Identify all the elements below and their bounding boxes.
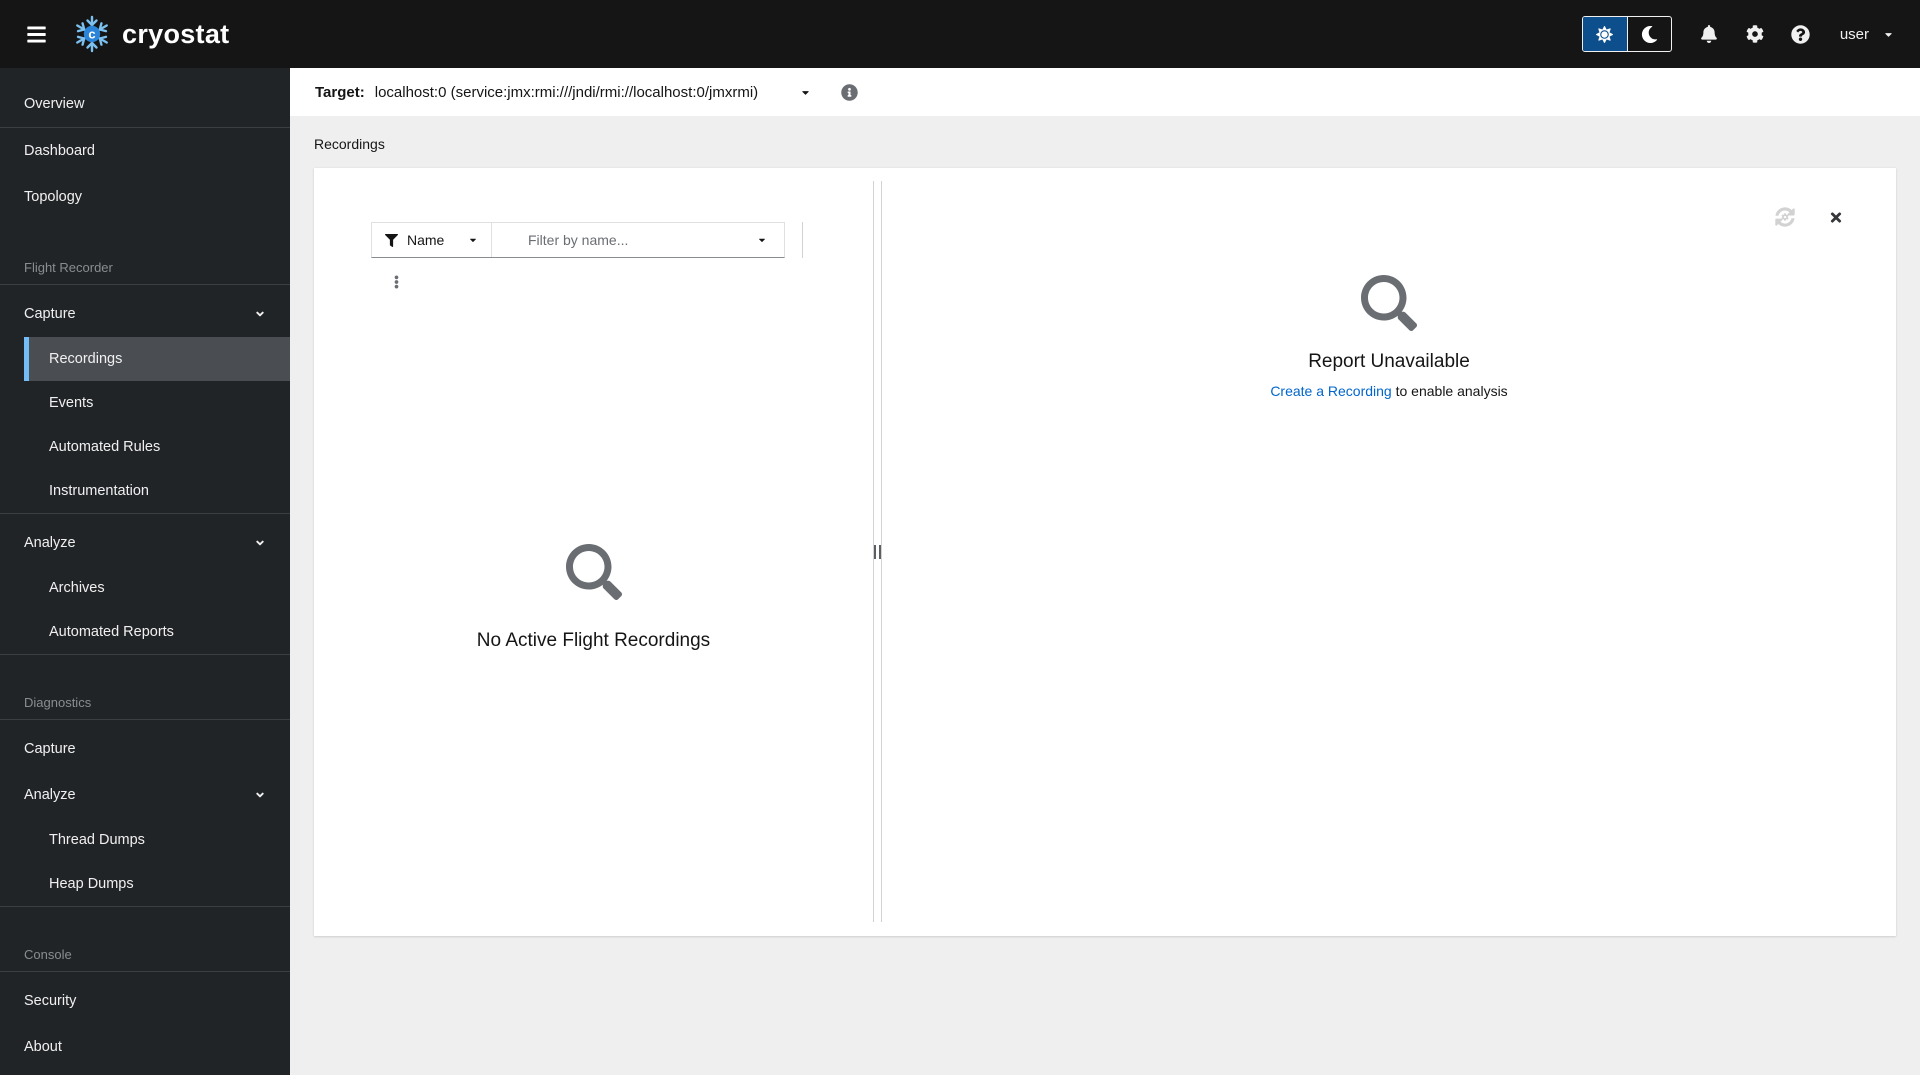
filter-typeahead-toggle[interactable] xyxy=(751,233,784,248)
user-menu[interactable]: user xyxy=(1840,26,1894,43)
app-window: c cryostat user Overview Dashboard Topol… xyxy=(0,0,1920,1075)
sidebar-nav: Overview Dashboard Topology Flight Recor… xyxy=(0,68,290,1075)
masthead: c cryostat user xyxy=(0,0,1920,68)
sidebar-section-flight-recorder: Flight Recorder xyxy=(24,259,113,275)
sidebar-item-dashboard[interactable]: Dashboard xyxy=(0,128,290,174)
recordings-card: Name Filter by name... No Active Flight … xyxy=(314,168,1896,936)
caret-down-icon xyxy=(1885,32,1892,37)
sidebar-item-recordings[interactable]: Recordings xyxy=(24,337,290,381)
bell-icon xyxy=(1700,25,1717,43)
sidebar-section-console: Console xyxy=(24,946,72,962)
refresh-report-button[interactable] xyxy=(1773,205,1797,229)
filter-group: Name xyxy=(371,222,785,258)
report-empty-state: Report Unavailable Create a Recording to… xyxy=(882,275,1896,399)
caret-down-icon xyxy=(802,90,809,95)
nav-divider xyxy=(0,971,290,972)
sidebar-item-thread-dumps[interactable]: Thread Dumps xyxy=(24,818,290,862)
target-info-button[interactable] xyxy=(841,83,858,101)
dark-theme-button[interactable] xyxy=(1626,17,1671,51)
sidebar-item-automated-reports[interactable]: Automated Reports xyxy=(24,610,290,654)
search-icon xyxy=(565,543,622,600)
target-select[interactable]: localhost:0 (service:jmx:rmi:///jndi/rmi… xyxy=(375,84,811,101)
light-theme-button[interactable] xyxy=(1582,17,1627,51)
target-value: localhost:0 (service:jmx:rmi:///jndi/rmi… xyxy=(374,83,759,101)
sidebar-item-analyze[interactable]: Analyze xyxy=(0,520,290,566)
sidebar-section-diagnostics: Diagnostics xyxy=(24,694,92,710)
sidebar-item-label: Analyze xyxy=(24,787,76,803)
filter-by-name-input[interactable] xyxy=(492,232,751,248)
nav-divider xyxy=(0,906,290,907)
sidebar-item-events[interactable]: Events xyxy=(24,381,290,425)
svg-text:c: c xyxy=(88,27,95,42)
nav-toggle-button[interactable] xyxy=(14,12,58,56)
nav-divider xyxy=(0,513,290,514)
moon-icon xyxy=(1641,25,1657,43)
chevron-down-icon xyxy=(256,311,264,317)
drawer-splitter[interactable] xyxy=(873,181,882,922)
create-recording-link[interactable]: Create a Recording xyxy=(1270,383,1391,399)
close-icon xyxy=(1830,211,1842,223)
search-icon xyxy=(1361,275,1417,331)
nav-divider xyxy=(0,284,290,285)
gear-icon xyxy=(1746,25,1764,43)
sidebar-item-label: Capture xyxy=(24,306,76,322)
filter-category-label: Name xyxy=(407,232,445,248)
brand-logo[interactable]: c cryostat xyxy=(72,14,229,54)
report-empty-title: Report Unavailable xyxy=(1308,351,1470,372)
filter-funnel-icon xyxy=(385,233,398,247)
nav-divider xyxy=(0,719,290,720)
nav-divider xyxy=(0,654,290,655)
sidebar-item-heap-dumps[interactable]: Heap Dumps xyxy=(24,862,290,906)
breadcrumb: Recordings xyxy=(314,136,1896,155)
sun-icon xyxy=(1596,25,1614,43)
question-circle-icon xyxy=(1791,24,1811,44)
sidebar-item-about[interactable]: About xyxy=(0,1024,290,1070)
sidebar-item-automated-rules[interactable]: Automated Rules xyxy=(24,425,290,469)
hamburger-icon xyxy=(26,25,46,43)
snowflake-logo-icon: c xyxy=(76,15,108,53)
info-circle-icon xyxy=(841,83,858,101)
filter-category-select[interactable]: Name xyxy=(372,223,492,257)
sidebar-item-label: Analyze xyxy=(24,535,76,551)
breadcrumb-current: Recordings xyxy=(314,136,385,152)
toolbar-divider xyxy=(802,222,803,258)
filter-typeahead xyxy=(492,223,784,257)
caret-down-icon xyxy=(759,238,765,242)
settings-button[interactable] xyxy=(1732,11,1778,57)
notifications-button[interactable] xyxy=(1686,11,1732,57)
target-bar: Target: localhost:0 (service:jmx:rmi:///… xyxy=(290,68,1920,116)
splitter-grip-icon xyxy=(874,544,881,559)
kebab-icon xyxy=(394,275,398,289)
user-name: user xyxy=(1839,25,1869,43)
refresh-gear-icon xyxy=(1775,207,1795,227)
report-empty-suffix: to enable analysis xyxy=(1395,383,1508,399)
sidebar-item-topology[interactable]: Topology xyxy=(0,174,290,220)
sidebar-item-capture[interactable]: Capture xyxy=(0,291,290,337)
report-empty-subtitle: Create a Recording to enable analysis xyxy=(1270,383,1507,399)
chevron-down-icon xyxy=(256,792,264,798)
sidebar-item-capture-diagnostics[interactable]: Capture xyxy=(0,726,290,772)
toolbar-kebab-button[interactable] xyxy=(384,269,408,295)
caret-down-icon xyxy=(470,238,476,243)
sidebar-item-overview[interactable]: Overview xyxy=(0,81,290,127)
report-panel: Report Unavailable Create a Recording to… xyxy=(882,181,1896,922)
help-button[interactable] xyxy=(1778,11,1824,57)
brand-name: cryostat xyxy=(122,18,230,49)
sidebar-item-security[interactable]: Security xyxy=(0,978,290,1024)
main-content: Recordings Name Filter by name... No Act… xyxy=(290,116,1920,1075)
theme-toggle-group xyxy=(1581,16,1672,52)
recordings-empty-title: No Active Flight Recordings xyxy=(476,629,711,651)
recordings-pane: Name Filter by name... No Active Flight … xyxy=(314,181,873,922)
chevron-down-icon xyxy=(256,540,264,546)
close-panel-button[interactable] xyxy=(1827,208,1845,227)
sidebar-item-archives[interactable]: Archives xyxy=(24,566,290,610)
sidebar-item-analyze-diagnostics[interactable]: Analyze xyxy=(0,772,290,818)
recordings-empty-state: No Active Flight Recordings xyxy=(314,295,873,900)
report-panel-actions xyxy=(882,205,1845,229)
sidebar-item-instrumentation[interactable]: Instrumentation xyxy=(24,469,290,513)
masthead-toolbar: user xyxy=(1581,11,1894,57)
target-label: Target: xyxy=(315,83,365,101)
recordings-toolbar: Name xyxy=(371,222,873,258)
